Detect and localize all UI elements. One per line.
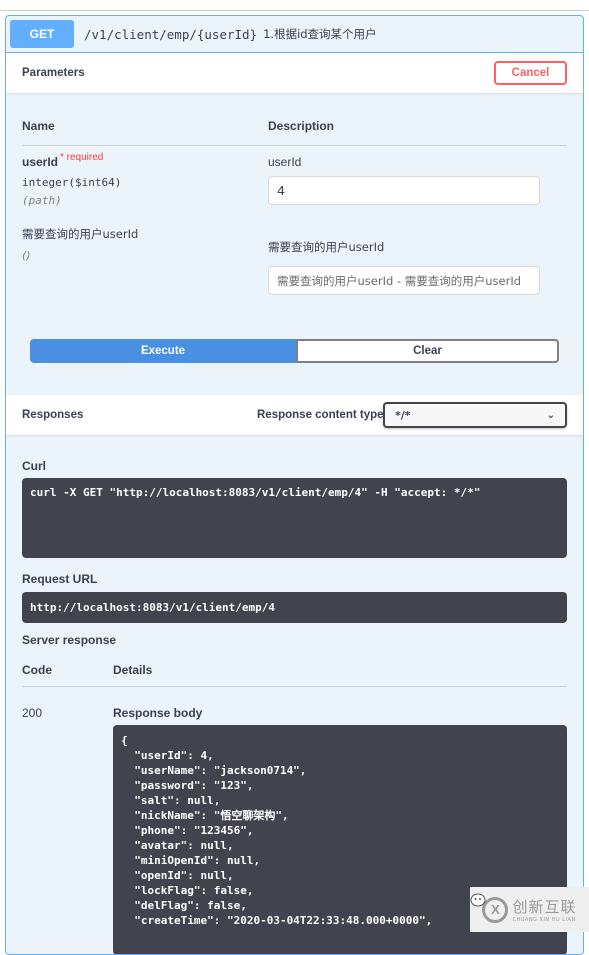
param-name-query-userid: 需要查询的用户userId [22,227,139,241]
chevron-down-icon: ⌄ [546,409,555,421]
operation-description: 1.根据id查询某个用户 [263,27,377,41]
responses-header: Responses Response content type */* ⌄ [6,395,583,435]
param-location: (path) [22,194,62,207]
query-userid-input[interactable] [268,266,540,295]
curl-command[interactable]: curl -X GET "http://localhost:8083/v1/cl… [22,478,567,558]
cancel-button[interactable]: Cancel [494,61,567,85]
param-description-query-userid: 需要查询的用户userId [268,240,385,254]
method-badge: GET [10,20,74,48]
column-header-description: Description [268,119,335,133]
watermark-text-en: CHUANG XIN HU LIAN [512,917,576,923]
parameters-title: Parameters [22,67,85,79]
response-content-type-label: Response content type [257,409,384,421]
status-code: 200 [22,706,43,720]
param-type: integer($int64) [22,176,122,189]
request-url[interactable]: http://localhost:8083/v1/client/emp/4 [22,592,567,623]
responses-title: Responses [22,409,84,421]
param-name-userid: userId [22,155,59,169]
column-header-code: Code [22,663,52,677]
clear-button[interactable]: Clear [296,339,559,363]
curl-label: Curl [22,459,46,473]
watermark-text-cn: 创新互联 [512,898,577,916]
selected-content-type: */* [395,408,411,422]
request-url-label: Request URL [22,572,98,586]
column-header-details: Details [113,663,153,677]
response-body-label: Response body [113,706,203,720]
operation-block-get: GET /v1/client/emp/{userId} 1.根据id查询某个用户… [5,15,584,955]
operation-summary[interactable]: GET /v1/client/emp/{userId} 1.根据id查询某个用户 [6,16,583,53]
parameters-header: Parameters Cancel [6,53,583,93]
server-response-label: Server response [22,633,117,647]
top-divider [0,10,589,11]
wechat-icon [470,893,486,907]
execute-button[interactable]: Execute [30,339,296,363]
column-header-name: Name [22,119,55,133]
operation-path: /v1/client/emp/{userId} [84,26,258,42]
response-content-type-select[interactable]: */* ⌄ [383,402,567,428]
parameters-table: Name Description userId * required integ… [6,93,583,395]
execute-clear-group: Execute Clear [30,339,559,363]
param-description-userid: userId [268,155,302,169]
header-divider [22,145,567,146]
response-header-divider [22,686,567,687]
param-location-empty: () [22,249,31,262]
required-badge: * required [60,152,104,163]
userid-input[interactable] [268,176,540,205]
